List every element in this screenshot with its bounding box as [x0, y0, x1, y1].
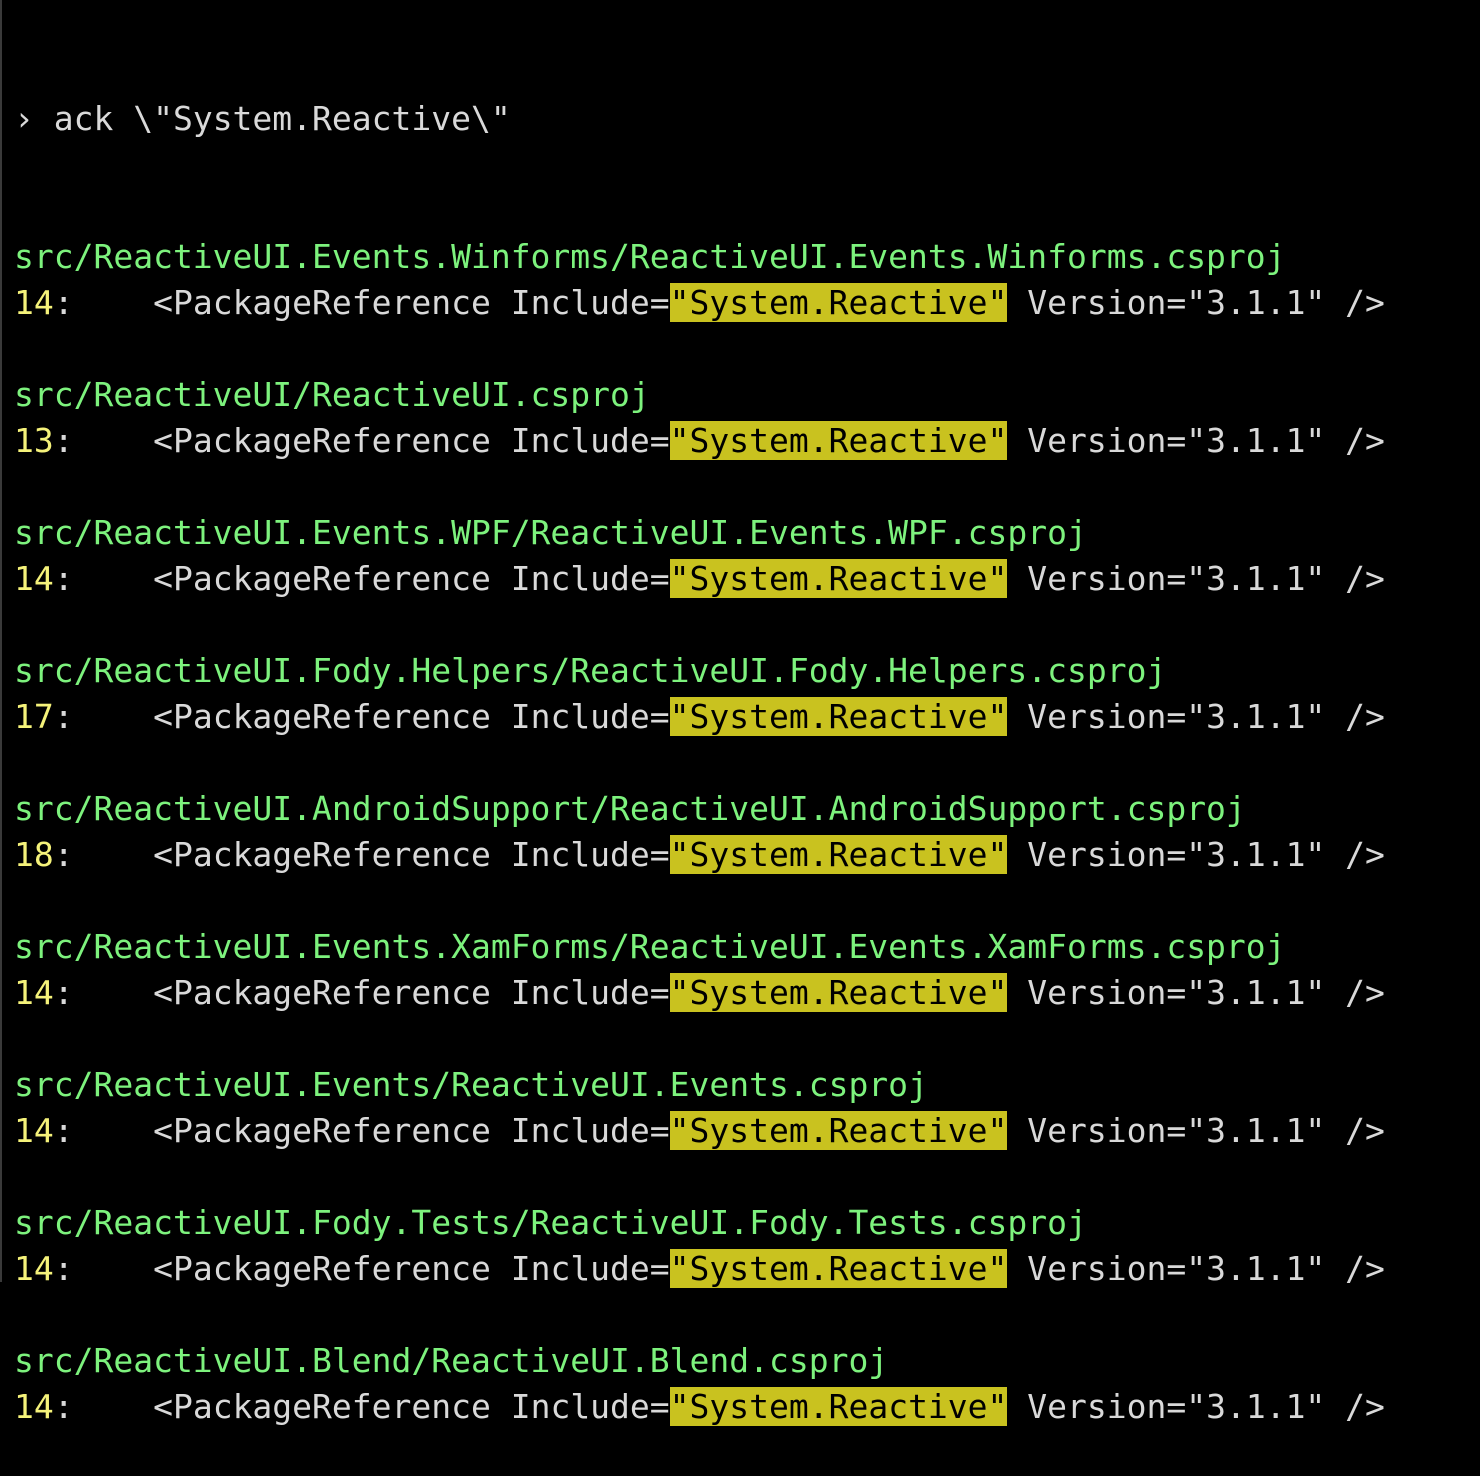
result-block: src/ReactiveUI.Fody.Tests/ReactiveUI.Fod…: [14, 1200, 1480, 1338]
result-block: src/ReactiveUI.Blend/ReactiveUI.Blend.cs…: [14, 1338, 1480, 1430]
line-number-separator: :: [53, 1111, 74, 1150]
result-file-path[interactable]: src/ReactiveUI.Fody.Tests/ReactiveUI.Fod…: [14, 1200, 1480, 1246]
result-file-path[interactable]: src/ReactiveUI/ReactiveUI.csproj: [14, 372, 1480, 418]
line-number-separator: :: [53, 1249, 74, 1288]
prompt-glyph: ›: [14, 99, 34, 138]
code-before-match: <PackageReference Include=: [73, 421, 670, 460]
line-number: 14: [14, 283, 54, 322]
result-match-line: 13: <PackageReference Include="System.Re…: [14, 418, 1480, 464]
line-number: 14: [14, 1387, 54, 1426]
code-after-match: Version="3.1.1" />: [1007, 835, 1385, 874]
code-before-match: <PackageReference Include=: [73, 1111, 670, 1150]
line-number: 14: [14, 1249, 54, 1288]
result-block: src/ReactiveUI/ReactiveUI.csproj 13: <Pac…: [14, 372, 1480, 510]
result-block: src/ReactiveUI.Events.XamForms/ReactiveU…: [14, 924, 1480, 1062]
code-after-match: Version="3.1.1" />: [1007, 559, 1385, 598]
line-number-separator: :: [53, 559, 74, 598]
command-line: › ack \"System.Reactive\": [14, 96, 1480, 142]
result-file-path[interactable]: src/ReactiveUI.Events.XamForms/ReactiveU…: [14, 924, 1480, 970]
result-match-line: 14: <PackageReference Include="System.Re…: [14, 1108, 1480, 1154]
result-file-path[interactable]: src/ReactiveUI.Events/ReactiveUI.Events.…: [14, 1062, 1480, 1108]
line-number-separator: :: [53, 835, 74, 874]
match-highlight: "System.Reactive": [669, 697, 1008, 736]
line-number-separator: :: [53, 421, 74, 460]
line-number: 14: [14, 973, 54, 1012]
result-match-line: 14: <PackageReference Include="System.Re…: [14, 1384, 1480, 1430]
search-results: src/ReactiveUI.Events.Winforms/ReactiveU…: [14, 234, 1480, 1430]
result-file-path[interactable]: src/ReactiveUI.Fody.Helpers/ReactiveUI.F…: [14, 648, 1480, 694]
line-number: 14: [14, 1111, 54, 1150]
result-block: src/ReactiveUI.Events/ReactiveUI.Events.…: [14, 1062, 1480, 1200]
code-before-match: <PackageReference Include=: [73, 1387, 670, 1426]
result-block: src/ReactiveUI.Events.Winforms/ReactiveU…: [14, 234, 1480, 372]
code-after-match: Version="3.1.1" />: [1007, 1387, 1385, 1426]
result-match-line: 17: <PackageReference Include="System.Re…: [14, 694, 1480, 740]
match-highlight: "System.Reactive": [669, 973, 1008, 1012]
code-after-match: Version="3.1.1" />: [1007, 973, 1385, 1012]
match-highlight: "System.Reactive": [669, 835, 1008, 874]
code-before-match: <PackageReference Include=: [73, 559, 670, 598]
match-highlight: "System.Reactive": [669, 559, 1008, 598]
code-before-match: <PackageReference Include=: [73, 1249, 670, 1288]
result-file-path[interactable]: src/ReactiveUI.AndroidSupport/ReactiveUI…: [14, 786, 1480, 832]
result-file-path[interactable]: src/ReactiveUI.Blend/ReactiveUI.Blend.cs…: [14, 1338, 1480, 1384]
terminal-window[interactable]: › ack \"System.Reactive\" src/ReactiveUI…: [0, 0, 1480, 1426]
result-match-line: 14: <PackageReference Include="System.Re…: [14, 970, 1480, 1016]
result-block: src/ReactiveUI.Events.WPF/ReactiveUI.Eve…: [14, 510, 1480, 648]
line-number: 18: [14, 835, 54, 874]
line-number-separator: :: [53, 1387, 74, 1426]
match-highlight: "System.Reactive": [669, 1387, 1008, 1426]
result-match-line: 18: <PackageReference Include="System.Re…: [14, 832, 1480, 878]
command-text: ack \"System.Reactive\": [53, 99, 511, 138]
result-block: src/ReactiveUI.AndroidSupport/ReactiveUI…: [14, 786, 1480, 924]
code-after-match: Version="3.1.1" />: [1007, 1249, 1385, 1288]
match-highlight: "System.Reactive": [669, 283, 1008, 322]
result-block: src/ReactiveUI.Fody.Helpers/ReactiveUI.F…: [14, 648, 1480, 786]
code-before-match: <PackageReference Include=: [73, 283, 670, 322]
result-match-line: 14: <PackageReference Include="System.Re…: [14, 1246, 1480, 1292]
line-number: 17: [14, 697, 54, 736]
match-highlight: "System.Reactive": [669, 1249, 1008, 1288]
code-after-match: Version="3.1.1" />: [1007, 421, 1385, 460]
code-after-match: Version="3.1.1" />: [1007, 697, 1385, 736]
code-before-match: <PackageReference Include=: [73, 973, 670, 1012]
line-number-separator: :: [53, 697, 74, 736]
code-before-match: <PackageReference Include=: [73, 835, 670, 874]
result-match-line: 14: <PackageReference Include="System.Re…: [14, 556, 1480, 602]
result-file-path[interactable]: src/ReactiveUI.Events.WPF/ReactiveUI.Eve…: [14, 510, 1480, 556]
code-after-match: Version="3.1.1" />: [1007, 1111, 1385, 1150]
code-before-match: <PackageReference Include=: [73, 697, 670, 736]
result-match-line: 14: <PackageReference Include="System.Re…: [14, 280, 1480, 326]
line-number-separator: :: [53, 973, 74, 1012]
line-number: 14: [14, 559, 54, 598]
match-highlight: "System.Reactive": [669, 421, 1008, 460]
result-file-path[interactable]: src/ReactiveUI.Events.Winforms/ReactiveU…: [14, 234, 1480, 280]
line-number-separator: :: [53, 283, 74, 322]
match-highlight: "System.Reactive": [669, 1111, 1008, 1150]
line-number: 13: [14, 421, 54, 460]
code-after-match: Version="3.1.1" />: [1007, 283, 1385, 322]
